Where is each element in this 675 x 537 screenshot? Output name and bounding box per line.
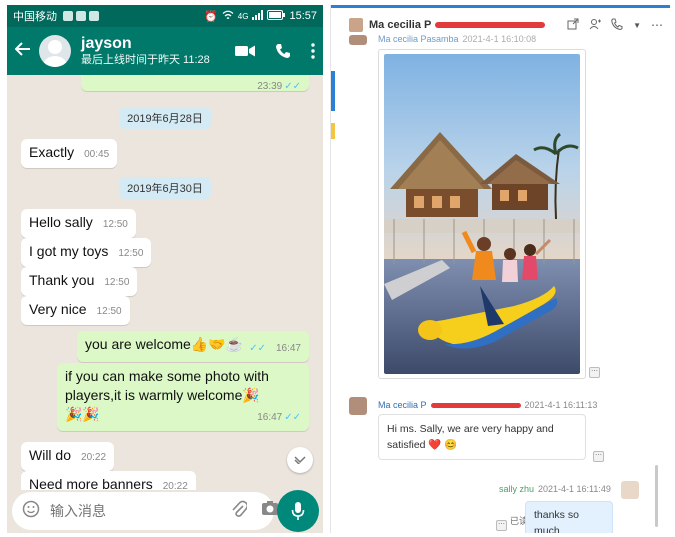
scroll-marker-highlight [331,123,335,139]
message-time: 16:47 [257,412,283,423]
photo-banana-boat [384,54,580,374]
message-more-button[interactable]: ⋯ [589,367,600,378]
message-bubble-outgoing[interactable]: 23:39 ✓✓ [81,75,309,92]
header-tools: ▼ ⋯ [567,18,663,33]
contact-avatar[interactable] [39,35,71,67]
composer-icons [231,500,279,523]
redaction-mark [435,22,546,29]
attachment-icon[interactable] [231,500,249,523]
network-label: 4G [237,11,249,21]
image-message[interactable] [378,49,586,379]
clock-time: 15:57 [289,10,317,22]
contact-info[interactable]: jayson 最后上线时间于昨天 11:28 [81,35,210,67]
message-time: 16:47 [275,343,301,354]
phone-call-icon[interactable] [611,18,623,33]
signal-icon [252,9,264,23]
message-more-button[interactable]: ⋯ [496,520,507,531]
my-avatar[interactable] [621,481,639,499]
message-bubble-outgoing[interactable]: you are welcome👍🤝☕ 16:47 ✓✓ [77,331,309,362]
dropdown-arrow-icon[interactable]: ▼ [633,21,641,30]
contact-avatar[interactable] [349,18,363,32]
date-divider: 2019年6月28日 [119,107,211,129]
wechat-notification-icon [89,11,99,21]
message-bubble-incoming[interactable]: Will do 20:22 [21,442,115,471]
carrier-label: 中国移动 [13,11,57,23]
header-actions [235,43,315,59]
more-options-icon[interactable]: ⋯ [651,18,663,32]
message-time: 12:50 [118,248,144,259]
image-photo[interactable] [384,54,580,374]
message-input[interactable] [50,503,231,519]
battery-icon [267,9,286,23]
microphone-icon [291,502,305,520]
date-divider: 2019年6月30日 [119,177,211,199]
message-time: 12:50 [104,277,130,288]
read-status: ⋯ 已读 [496,514,528,531]
message-time: 20:22 [162,481,188,490]
message-time: 12:50 [102,219,128,230]
message-composer [7,490,323,533]
emoji-icon[interactable] [22,500,40,523]
contact-name: Ma cecilia P [369,19,546,31]
voice-call-icon[interactable] [275,43,291,59]
video-call-icon[interactable] [235,44,255,58]
back-arrow-icon[interactable] [14,40,35,63]
screenshot-composite: 中国移动 ⏰ 4G 15:57 jayson 最后上线时间于昨天 11:28 2… [0,0,675,537]
last-seen: 最后上线时间于昨天 11:28 [81,54,210,66]
message-time: 23:39 [257,81,283,92]
desktop-chat-window: Ma cecilia P ▼ ⋯ Ma cecilia Pasamba 2021-… [330,5,670,533]
message-time: 00:45 [84,149,110,160]
redaction-mark [430,403,521,409]
read-receipt-icon: ✓✓ [284,412,301,423]
scrollbar[interactable] [655,465,658,527]
message-bubble-incoming[interactable]: Need more banners 20:22 [21,471,196,490]
message-list[interactable]: 23:39 ✓✓ 2019年6月28日 Exactly 00:45 2019年6月3… [7,75,323,490]
message-bubble-outgoing[interactable]: if you can make some photo with players,… [57,363,309,431]
status-right: ⏰ 4G 15:57 [204,9,317,23]
sender-avatar[interactable] [349,35,367,45]
message-bubble-outgoing[interactable]: thanks so much [525,501,613,533]
message-more-button[interactable]: ⋯ [593,451,604,462]
sender-line: Ma cecilia Pasamba 2021-4-1 16:10:08 [378,34,537,44]
more-options-icon[interactable] [311,43,315,59]
read-receipt-icon: ✓✓ [284,81,301,92]
image-notification-icon [76,11,86,21]
sender-line: Ma cecilia P 2021-4-1 16:11:13 [378,400,598,410]
message-time: 20:22 [81,452,107,463]
app-notification-icon [63,11,73,21]
message-bubble-incoming[interactable]: Hello sally 12:50 [21,209,136,238]
contact-name: jayson [81,35,132,52]
scroll-to-bottom-button[interactable] [287,447,313,473]
message-input-pill[interactable] [12,492,278,530]
add-contact-icon[interactable] [589,18,602,33]
scroll-marker [331,71,335,111]
message-time: 12:50 [96,306,122,317]
whatsapp-screen: 中国移动 ⏰ 4G 15:57 jayson 最后上线时间于昨天 11:28 2… [7,5,323,533]
message-bubble-incoming[interactable]: Hi ms. Sally, we are very happy and sati… [378,414,586,460]
status-bar: 中国移动 ⏰ 4G 15:57 [7,5,323,27]
sender-avatar[interactable] [349,397,367,415]
share-icon[interactable] [567,18,579,33]
alarm-icon: ⏰ [204,10,218,23]
read-receipt-icon: ✓✓ [249,343,266,354]
sender-line: sally zhu 2021-4-1 16:11:49 [499,484,611,494]
message-bubble-incoming[interactable]: Thank you 12:50 [21,267,138,296]
notification-icons [63,11,99,21]
message-bubble-incoming[interactable]: Exactly 00:45 [21,139,118,168]
microphone-button[interactable] [277,490,319,532]
message-bubble-incoming[interactable]: I got my toys 12:50 [21,238,152,267]
chevron-down-icon [294,456,306,464]
wifi-icon [222,10,234,23]
chat-header: jayson 最后上线时间于昨天 11:28 [7,27,323,75]
message-bubble-incoming[interactable]: Very nice 12:50 [21,296,130,325]
